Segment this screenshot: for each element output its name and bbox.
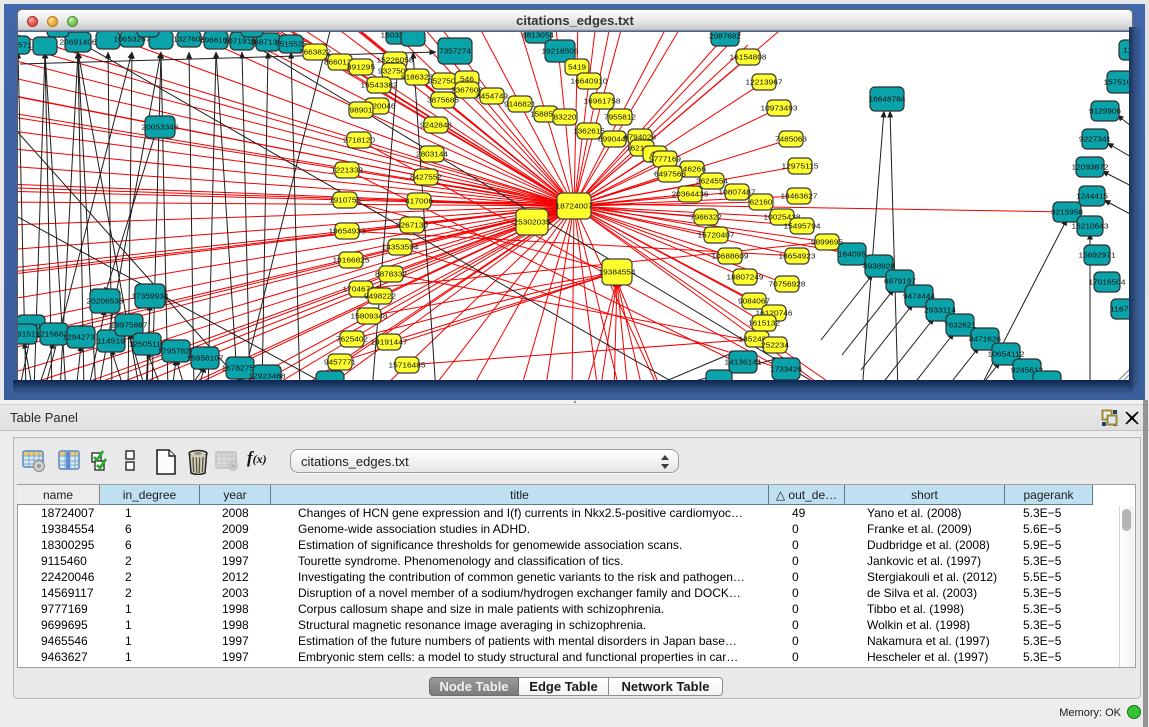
svg-text:16543382: 16543382 <box>361 83 398 90</box>
svg-text:83220: 83220 <box>554 115 577 122</box>
svg-text:2718120: 2718120 <box>343 138 375 145</box>
svg-text:7955812: 7955812 <box>604 115 636 122</box>
svg-text:15716485: 15716485 <box>389 363 426 370</box>
svg-text:3267130: 3267130 <box>396 223 428 230</box>
svg-text:9457771: 9457771 <box>324 360 356 367</box>
svg-text:9498222: 9498222 <box>364 294 396 301</box>
svg-text:14136141: 14136141 <box>725 360 762 367</box>
svg-text:12975115: 12975115 <box>782 164 819 171</box>
svg-text:10654112: 10654112 <box>988 352 1025 359</box>
svg-text:1733426: 1733426 <box>770 367 802 374</box>
svg-text:7515525: 7515525 <box>275 42 307 49</box>
svg-text:20053346: 20053346 <box>142 125 179 132</box>
svg-text:15720407: 15720407 <box>698 233 735 240</box>
svg-text:98901: 98901 <box>350 108 373 115</box>
svg-text:7485063: 7485063 <box>775 137 807 144</box>
svg-text:15809348: 15809348 <box>351 314 388 321</box>
svg-text:252234: 252234 <box>761 343 789 350</box>
svg-text:17957825: 17957825 <box>158 349 195 356</box>
svg-text:20691406: 20691406 <box>60 40 97 47</box>
svg-text:2087682: 2087682 <box>709 34 741 41</box>
svg-text:7986322: 7986322 <box>690 215 722 222</box>
svg-text:164095: 164095 <box>838 252 866 259</box>
svg-text:8454749: 8454749 <box>476 94 508 101</box>
svg-text:16154808: 16154808 <box>730 55 767 62</box>
svg-text:20206538: 20206538 <box>87 299 124 306</box>
svg-text:12942737: 12942737 <box>63 335 100 342</box>
svg-text:20364436: 20364436 <box>672 192 709 199</box>
svg-text:12093872: 12093872 <box>1072 165 1109 172</box>
svg-text:3215958: 3215958 <box>1051 210 1083 217</box>
svg-text:8813054: 8813054 <box>522 33 554 40</box>
svg-text:19218506: 19218506 <box>542 49 579 56</box>
svg-text:15692971: 15692971 <box>1079 253 1116 260</box>
svg-text:114519: 114519 <box>97 339 125 346</box>
svg-text:18807249: 18807249 <box>727 275 764 282</box>
svg-text:1244415: 1244415 <box>1076 194 1108 201</box>
svg-text:3875685: 3875685 <box>427 98 459 105</box>
svg-text:7357274: 7357274 <box>439 49 471 56</box>
svg-text:39151: 39151 <box>17 332 36 339</box>
svg-text:19191447: 19191447 <box>371 340 408 347</box>
svg-text:16210643: 16210643 <box>1072 224 1109 231</box>
svg-text:7663822: 7663822 <box>299 50 331 57</box>
svg-text:25302035: 25302035 <box>514 220 551 227</box>
svg-text:8878332: 8878332 <box>375 272 407 279</box>
svg-text:8427552: 8427552 <box>410 175 442 182</box>
svg-text:12505115: 12505115 <box>129 342 166 349</box>
svg-text:15495794: 15495794 <box>784 224 821 231</box>
svg-text:10973493: 10973493 <box>761 106 798 113</box>
svg-text:15958107: 15958107 <box>187 356 224 363</box>
svg-text:19166825: 19166825 <box>333 258 370 265</box>
svg-text:17359934: 17359934 <box>132 294 169 301</box>
svg-text:18654923: 18654923 <box>779 254 816 261</box>
svg-text:417006: 417006 <box>405 199 433 206</box>
svg-text:19654933: 19654933 <box>329 229 366 236</box>
svg-text:5419: 5419 <box>568 65 586 72</box>
svg-text:9777169: 9777169 <box>649 157 681 164</box>
svg-text:18724007: 18724007 <box>556 204 593 211</box>
svg-text:16648784: 16648784 <box>869 97 906 104</box>
svg-text:9129906: 9129906 <box>1089 109 1121 116</box>
svg-text:12213967: 12213967 <box>746 80 783 87</box>
svg-text:1221339: 1221339 <box>331 168 363 175</box>
svg-text:70756928: 70756928 <box>769 282 806 289</box>
svg-text:9146821: 9146821 <box>504 102 536 109</box>
svg-text:1910755: 1910755 <box>329 198 361 205</box>
svg-text:16640910: 16640910 <box>571 79 608 86</box>
svg-text:17016504: 17016504 <box>1089 280 1126 287</box>
svg-text:16961758: 16961758 <box>584 99 621 106</box>
svg-text:9899695: 9899695 <box>811 240 843 247</box>
svg-text:1362615: 1362615 <box>573 129 605 136</box>
svg-text:7632621: 7632621 <box>944 323 976 330</box>
svg-text:62160: 62160 <box>750 200 773 207</box>
svg-text:9084067: 9084067 <box>738 299 770 306</box>
svg-text:19384554: 19384554 <box>599 270 636 277</box>
svg-text:7625402: 7625402 <box>336 337 368 344</box>
svg-text:9242848: 9242848 <box>420 123 452 130</box>
svg-text:891295: 891295 <box>347 65 375 72</box>
svg-text:3624554: 3624554 <box>696 179 728 186</box>
svg-text:2803144: 2803144 <box>416 152 448 159</box>
svg-text:14353594: 14353594 <box>382 245 419 252</box>
svg-text:1615132: 1615132 <box>748 321 780 328</box>
svg-text:19463627: 19463627 <box>781 194 818 201</box>
svg-text:6497568: 6497568 <box>654 172 686 179</box>
svg-text:9227341: 9227341 <box>1079 137 1111 144</box>
svg-text:19975887: 19975887 <box>111 323 148 330</box>
svg-text:10688609: 10688609 <box>712 254 749 261</box>
